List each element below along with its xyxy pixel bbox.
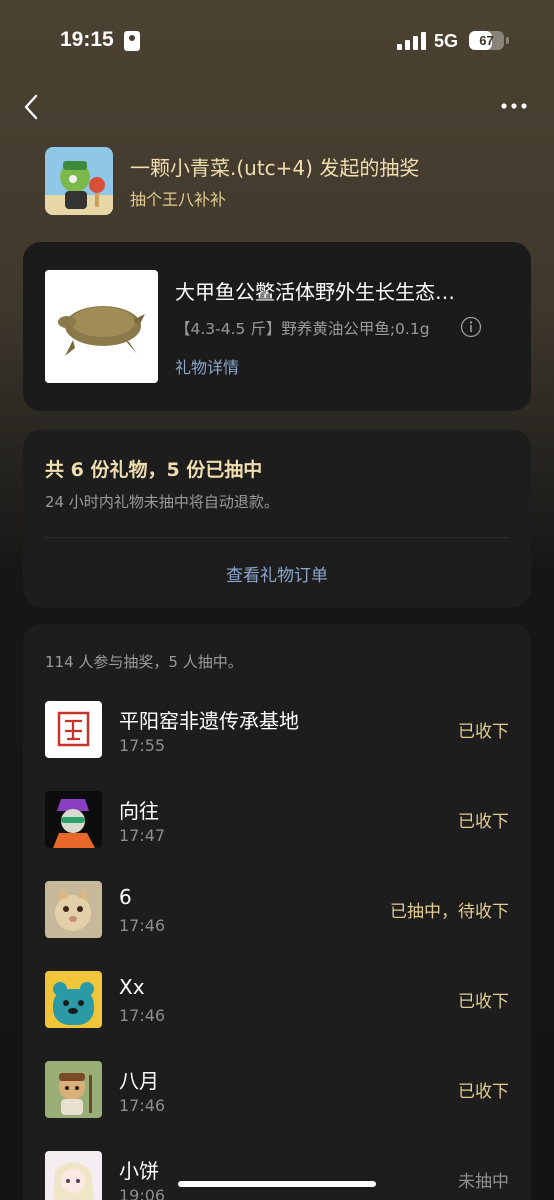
list-item[interactable]: 八月 17:46 已收下 — [23, 1061, 531, 1121]
status-badge: 已收下 — [458, 1082, 509, 1102]
status-badge: 已抽中，待收下 — [390, 902, 509, 922]
avatar — [45, 1151, 102, 1200]
status-badge: 未抽中 — [458, 1172, 509, 1192]
participant-name: 6 — [119, 885, 132, 909]
list-item[interactable]: 平阳窑非遗传承基地 17:55 已收下 — [23, 701, 531, 761]
list-item[interactable]: 6 17:46 已抽中，待收下 — [23, 881, 531, 941]
avatar — [45, 881, 102, 938]
gift-summary-card: 共 6 份礼物，5 份已抽中 24 小时内礼物未抽中将自动退款。 查看礼物订单 — [23, 430, 531, 607]
network-label: 5G — [434, 31, 459, 51]
back-button[interactable] — [20, 92, 46, 122]
host-avatar[interactable] — [45, 147, 113, 215]
battery-cap — [506, 37, 509, 44]
participant-time: 17:47 — [119, 826, 166, 845]
participant-name: 小饼 — [119, 1159, 159, 1183]
avatar — [45, 1061, 102, 1118]
battery-level: 67 — [479, 33, 494, 48]
more-dots-icon — [501, 103, 527, 109]
more-button[interactable] — [500, 96, 530, 116]
lottery-subtitle: 抽个王八补补 — [130, 190, 227, 209]
participant-time: 17:46 — [119, 916, 166, 935]
participant-time: 19:06 — [119, 1186, 166, 1200]
summary-title: 共 6 份礼物，5 份已抽中 — [45, 459, 263, 481]
participant-name: Xx — [119, 975, 145, 999]
participant-time: 17:46 — [119, 1096, 166, 1115]
avatar — [45, 971, 102, 1028]
status-time: 19:15 — [60, 28, 114, 51]
list-item[interactable]: 向往 17:47 已收下 — [23, 791, 531, 851]
status-badge: 已收下 — [458, 812, 509, 832]
list-item[interactable]: 小饼 19:06 未抽中 — [23, 1151, 531, 1200]
participant-name: 平阳窑非遗传承基地 — [119, 709, 299, 733]
avatar — [45, 701, 102, 758]
chevron-left-icon — [24, 94, 38, 120]
participant-name: 八月 — [119, 1069, 159, 1093]
list-item[interactable]: Xx 17:46 已收下 — [23, 971, 531, 1031]
participants-summary: 114 人参与抽奖，5 人抽中。 — [45, 653, 243, 671]
product-spec: 【4.3-4.5 斤】野养黄油公甲鱼;0.1g — [175, 320, 430, 338]
lottery-title: 一颗小青菜.(utc+4) 发起的抽奖 — [130, 156, 420, 180]
participant-name: 向往 — [119, 799, 159, 823]
participant-time: 17:55 — [119, 736, 166, 755]
signal-icon — [397, 32, 427, 50]
info-icon[interactable] — [460, 316, 482, 338]
status-badge: 已收下 — [458, 992, 509, 1012]
product-card[interactable]: 大甲鱼公鳖活体野外生长生态… 【4.3-4.5 斤】野养黄油公甲鱼;0.1g 礼… — [23, 242, 531, 411]
status-bar: 19:15 5G 67 — [0, 0, 554, 84]
divider — [45, 537, 509, 538]
participant-time: 17:46 — [119, 1006, 166, 1025]
gift-detail-link[interactable]: 礼物详情 — [175, 354, 239, 378]
orientation-lock-icon — [124, 31, 140, 51]
refund-note: 24 小时内礼物未抽中将自动退款。 — [45, 493, 279, 511]
participants-card: 114 人参与抽奖，5 人抽中。 平阳窑非遗传承基地 17:55 已收下 向往 … — [23, 624, 531, 1200]
product-image — [45, 270, 158, 383]
status-badge: 已收下 — [458, 722, 509, 742]
battery-icon: 67 — [469, 31, 504, 50]
avatar — [45, 791, 102, 848]
home-indicator[interactable] — [178, 1181, 376, 1187]
view-orders-link[interactable]: 查看礼物订单 — [23, 561, 531, 586]
product-name: 大甲鱼公鳖活体野外生长生态… — [175, 280, 455, 304]
